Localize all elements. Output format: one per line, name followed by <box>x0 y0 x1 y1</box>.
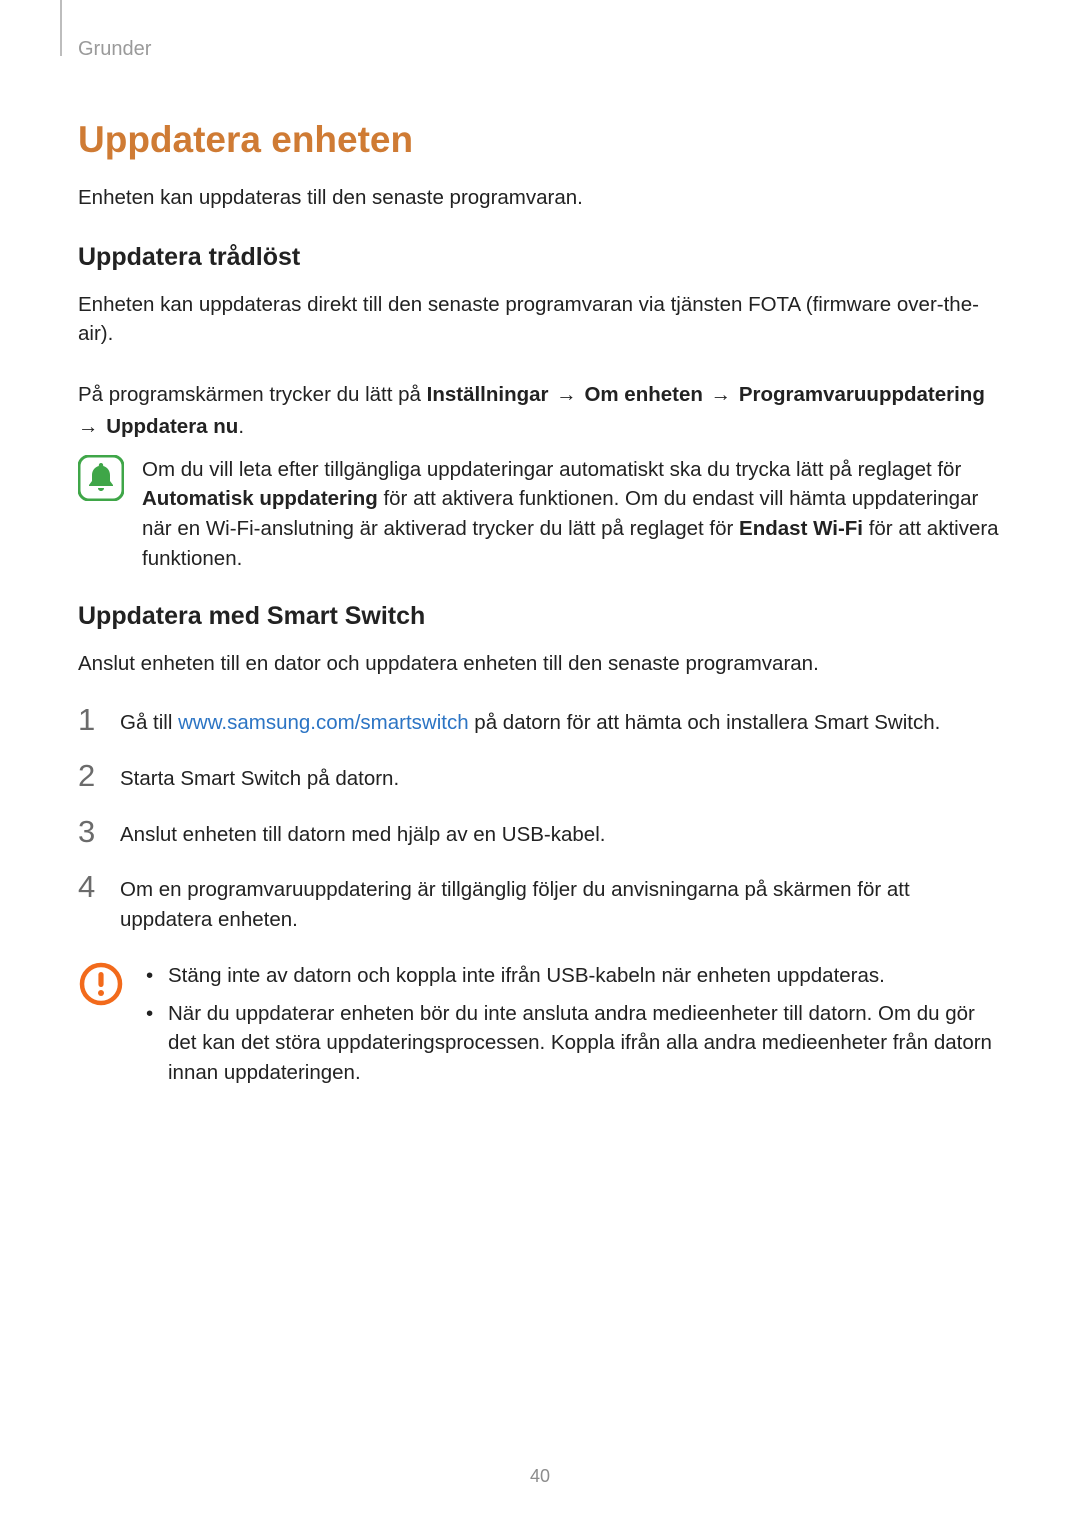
step-number: 3 <box>78 816 102 847</box>
bullet-icon: • <box>146 961 153 991</box>
section-heading-smartswitch: Uppdatera med Smart Switch <box>78 602 1000 631</box>
step1-post: på datorn för att hämta och installera S… <box>469 711 941 734</box>
arrow-icon: → <box>549 383 585 406</box>
step-number: 2 <box>78 760 102 791</box>
nav-step-swupdate: Programvaruuppdatering <box>739 383 985 406</box>
warning-text-1: Stäng inte av datorn och koppla inte ifr… <box>168 964 885 987</box>
list-item: 2 Starta Smart Switch på datorn. <box>78 764 1000 794</box>
navigation-path: På programskärmen trycker du lätt på Ins… <box>78 379 1000 443</box>
section-heading-wireless: Uppdatera trådlöst <box>78 243 1000 272</box>
arrow-icon: → <box>703 383 739 406</box>
document-page: Grunder Uppdatera enheten Enheten kan up… <box>0 0 1080 1527</box>
nav-step-settings: Inställningar <box>427 383 549 406</box>
note-pre: Om du vill leta efter tillgängliga uppda… <box>142 458 961 481</box>
list-item: 4 Om en programvaruuppdatering är tillgä… <box>78 875 1000 934</box>
page-number: 40 <box>0 1466 1080 1487</box>
step1-pre: Gå till <box>120 711 178 734</box>
note-text: Om du vill leta efter tillgängliga uppda… <box>142 455 1000 574</box>
warning-text-2: När du uppdaterar enheten bör du inte an… <box>168 1002 992 1084</box>
step-text: Starta Smart Switch på datorn. <box>120 764 1000 794</box>
step-text: Anslut enheten till datorn med hjälp av … <box>120 820 1000 850</box>
wireless-paragraph: Enheten kan uppdateras direkt till den s… <box>78 290 1000 349</box>
note-bold-auto: Automatisk uppdatering <box>142 487 378 510</box>
warning-list: • Stäng inte av datorn och koppla inte i… <box>142 961 1000 1096</box>
caution-icon <box>78 961 124 1007</box>
nav-period: . <box>238 415 244 438</box>
note-bold-wifi: Endast Wi-Fi <box>739 517 863 540</box>
list-item: • När du uppdaterar enheten bör du inte … <box>142 999 1000 1088</box>
step-text: Gå till www.samsung.com/smartswitch på d… <box>120 708 1000 738</box>
step-text: Om en programvaruuppdatering är tillgäng… <box>120 875 1000 934</box>
smartswitch-paragraph: Anslut enheten till en dator och uppdate… <box>78 649 1000 679</box>
list-item: 3 Anslut enheten till datorn med hjälp a… <box>78 820 1000 850</box>
step-number: 4 <box>78 871 102 902</box>
warning-block: • Stäng inte av datorn och koppla inte i… <box>78 961 1000 1096</box>
note-block: Om du vill leta efter tillgängliga uppda… <box>78 455 1000 574</box>
page-title: Uppdatera enheten <box>78 119 1000 161</box>
bell-icon <box>78 455 124 501</box>
warning-icon-col <box>78 961 124 1096</box>
step-number: 1 <box>78 704 102 735</box>
list-item: • Stäng inte av datorn och koppla inte i… <box>142 961 1000 991</box>
nav-intro-text: På programskärmen trycker du lätt på <box>78 383 427 406</box>
bullet-icon: • <box>146 999 153 1029</box>
breadcrumb: Grunder <box>78 38 1000 61</box>
list-item: 1 Gå till www.samsung.com/smartswitch på… <box>78 708 1000 738</box>
nav-step-about: Om enheten <box>584 383 702 406</box>
note-icon-col <box>78 455 124 574</box>
smartswitch-link[interactable]: www.samsung.com/smartswitch <box>178 711 468 734</box>
nav-step-updatenow: Uppdatera nu <box>106 415 238 438</box>
intro-paragraph: Enheten kan uppdateras till den senaste … <box>78 183 1000 213</box>
steps-list: 1 Gå till www.samsung.com/smartswitch på… <box>78 708 1000 935</box>
header-rule <box>60 0 62 56</box>
